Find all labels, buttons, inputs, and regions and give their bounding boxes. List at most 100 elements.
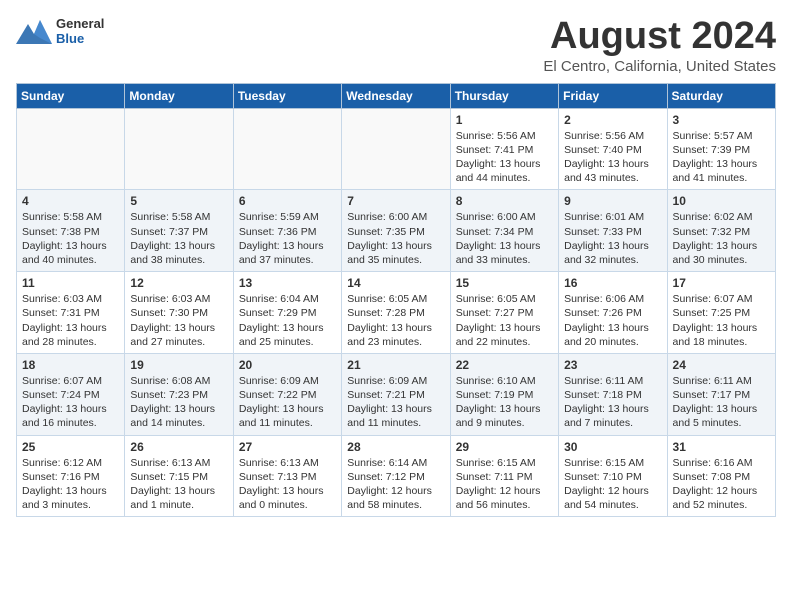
calendar-cell: 5 Sunrise: 5:58 AM Sunset: 7:37 PM Daylig… bbox=[125, 190, 233, 272]
weekday-header-monday: Monday bbox=[125, 83, 233, 108]
weekday-header-thursday: Thursday bbox=[450, 83, 558, 108]
calendar-cell: 24 Sunrise: 6:11 AM Sunset: 7:17 PM Dayli… bbox=[667, 353, 775, 435]
day-number: 28 bbox=[347, 440, 444, 454]
weekday-header-tuesday: Tuesday bbox=[233, 83, 341, 108]
calendar-cell: 28 Sunrise: 6:14 AM Sunset: 7:12 PM Dayli… bbox=[342, 435, 450, 517]
calendar-week-3: 11Sunrise: 6:03 AM Sunset: 7:31 PM Dayli… bbox=[17, 272, 776, 354]
day-info: Sunrise: 6:02 AM Sunset: 7:32 PM Dayligh… bbox=[673, 210, 770, 267]
day-number: 13 bbox=[239, 276, 336, 290]
day-info: Sunrise: 6:13 AM Sunset: 7:13 PM Dayligh… bbox=[239, 456, 336, 513]
calendar-cell: 12 Sunrise: 6:03 AM Sunset: 7:30 PM Dayli… bbox=[125, 272, 233, 354]
day-info: Sunrise: 6:07 AM Sunset: 7:24 PM Dayligh… bbox=[22, 374, 119, 431]
calendar-cell: 4 Sunrise: 5:58 AM Sunset: 7:38 PM Daylig… bbox=[17, 190, 125, 272]
calendar-cell: 18 Sunrise: 6:07 AM Sunset: 7:24 PM Dayli… bbox=[17, 353, 125, 435]
calendar-cell: 26Sunrise: 6:13 AM Sunset: 7:15 PM Dayli… bbox=[125, 435, 233, 517]
day-number: 5 bbox=[130, 194, 227, 208]
day-info: Sunrise: 5:58 AM Sunset: 7:37 PM Dayligh… bbox=[130, 210, 227, 267]
day-info: Sunrise: 6:05 AM Sunset: 7:28 PM Dayligh… bbox=[347, 292, 444, 349]
day-info: Sunrise: 6:12 AM Sunset: 7:16 PM Dayligh… bbox=[22, 456, 119, 513]
day-info: Sunrise: 5:59 AM Sunset: 7:36 PM Dayligh… bbox=[239, 210, 336, 267]
day-info: Sunrise: 6:08 AM Sunset: 7:23 PM Dayligh… bbox=[130, 374, 227, 431]
day-info: Sunrise: 6:03 AM Sunset: 7:31 PM Dayligh… bbox=[22, 292, 119, 349]
calendar-cell: 22Sunrise: 6:10 AM Sunset: 7:19 PM Dayli… bbox=[450, 353, 558, 435]
weekday-header-row: SundayMondayTuesdayWednesdayThursdayFrid… bbox=[17, 83, 776, 108]
weekday-header-sunday: Sunday bbox=[17, 83, 125, 108]
page-title: August 2024 bbox=[543, 16, 776, 58]
day-info: Sunrise: 6:03 AM Sunset: 7:30 PM Dayligh… bbox=[130, 292, 227, 349]
day-number: 19 bbox=[130, 358, 227, 372]
calendar-week-1: 1 Sunrise: 5:56 AM Sunset: 7:41 PM Daylig… bbox=[17, 108, 776, 190]
calendar-cell: 23Sunrise: 6:11 AM Sunset: 7:18 PM Dayli… bbox=[559, 353, 667, 435]
day-number: 1 bbox=[456, 113, 553, 127]
day-info: Sunrise: 5:56 AM Sunset: 7:41 PM Dayligh… bbox=[456, 129, 553, 186]
calendar-cell: 2Sunrise: 5:56 AM Sunset: 7:40 PM Daylig… bbox=[559, 108, 667, 190]
calendar-cell: 9Sunrise: 6:01 AM Sunset: 7:33 PM Daylig… bbox=[559, 190, 667, 272]
day-number: 31 bbox=[673, 440, 770, 454]
logo-text: General Blue bbox=[56, 17, 104, 47]
day-info: Sunrise: 6:01 AM Sunset: 7:33 PM Dayligh… bbox=[564, 210, 661, 267]
weekday-header-friday: Friday bbox=[559, 83, 667, 108]
calendar-cell: 1 Sunrise: 5:56 AM Sunset: 7:41 PM Daylig… bbox=[450, 108, 558, 190]
day-info: Sunrise: 6:16 AM Sunset: 7:08 PM Dayligh… bbox=[673, 456, 770, 513]
calendar-cell bbox=[233, 108, 341, 190]
day-number: 30 bbox=[564, 440, 661, 454]
calendar-cell: 17Sunrise: 6:07 AM Sunset: 7:25 PM Dayli… bbox=[667, 272, 775, 354]
day-number: 22 bbox=[456, 358, 553, 372]
day-info: Sunrise: 6:11 AM Sunset: 7:17 PM Dayligh… bbox=[673, 374, 770, 431]
day-info: Sunrise: 6:00 AM Sunset: 7:34 PM Dayligh… bbox=[456, 210, 553, 267]
calendar-cell: 21 Sunrise: 6:09 AM Sunset: 7:21 PM Dayli… bbox=[342, 353, 450, 435]
day-number: 24 bbox=[673, 358, 770, 372]
calendar-cell: 7Sunrise: 6:00 AM Sunset: 7:35 PM Daylig… bbox=[342, 190, 450, 272]
day-info: Sunrise: 6:15 AM Sunset: 7:11 PM Dayligh… bbox=[456, 456, 553, 513]
calendar-cell: 16 Sunrise: 6:06 AM Sunset: 7:26 PM Dayli… bbox=[559, 272, 667, 354]
day-number: 18 bbox=[22, 358, 119, 372]
calendar-cell: 29 Sunrise: 6:15 AM Sunset: 7:11 PM Dayli… bbox=[450, 435, 558, 517]
day-number: 8 bbox=[456, 194, 553, 208]
calendar-cell: 20Sunrise: 6:09 AM Sunset: 7:22 PM Dayli… bbox=[233, 353, 341, 435]
calendar-cell: 13Sunrise: 6:04 AM Sunset: 7:29 PM Dayli… bbox=[233, 272, 341, 354]
page-subtitle: El Centro, California, United States bbox=[543, 58, 776, 75]
day-number: 12 bbox=[130, 276, 227, 290]
day-info: Sunrise: 6:05 AM Sunset: 7:27 PM Dayligh… bbox=[456, 292, 553, 349]
day-info: Sunrise: 6:09 AM Sunset: 7:22 PM Dayligh… bbox=[239, 374, 336, 431]
day-number: 23 bbox=[564, 358, 661, 372]
calendar-cell: 6 Sunrise: 5:59 AM Sunset: 7:36 PM Daylig… bbox=[233, 190, 341, 272]
calendar-cell: 8 Sunrise: 6:00 AM Sunset: 7:34 PM Daylig… bbox=[450, 190, 558, 272]
day-info: Sunrise: 6:00 AM Sunset: 7:35 PM Dayligh… bbox=[347, 210, 444, 267]
calendar-cell bbox=[17, 108, 125, 190]
calendar-cell: 14 Sunrise: 6:05 AM Sunset: 7:28 PM Dayli… bbox=[342, 272, 450, 354]
day-info: Sunrise: 5:58 AM Sunset: 7:38 PM Dayligh… bbox=[22, 210, 119, 267]
day-number: 16 bbox=[564, 276, 661, 290]
logo-bird-icon bbox=[16, 16, 52, 48]
day-number: 21 bbox=[347, 358, 444, 372]
day-number: 6 bbox=[239, 194, 336, 208]
day-number: 4 bbox=[22, 194, 119, 208]
page-header: General Blue August 2024 El Centro, Cali… bbox=[16, 16, 776, 75]
day-number: 29 bbox=[456, 440, 553, 454]
calendar-cell: 11Sunrise: 6:03 AM Sunset: 7:31 PM Dayli… bbox=[17, 272, 125, 354]
calendar-cell: 15 Sunrise: 6:05 AM Sunset: 7:27 PM Dayli… bbox=[450, 272, 558, 354]
calendar-week-5: 25Sunrise: 6:12 AM Sunset: 7:16 PM Dayli… bbox=[17, 435, 776, 517]
day-info: Sunrise: 6:09 AM Sunset: 7:21 PM Dayligh… bbox=[347, 374, 444, 431]
calendar-week-4: 18 Sunrise: 6:07 AM Sunset: 7:24 PM Dayli… bbox=[17, 353, 776, 435]
day-number: 27 bbox=[239, 440, 336, 454]
day-info: Sunrise: 6:06 AM Sunset: 7:26 PM Dayligh… bbox=[564, 292, 661, 349]
calendar-cell: 3Sunrise: 5:57 AM Sunset: 7:39 PM Daylig… bbox=[667, 108, 775, 190]
calendar-cell bbox=[125, 108, 233, 190]
calendar-week-2: 4 Sunrise: 5:58 AM Sunset: 7:38 PM Daylig… bbox=[17, 190, 776, 272]
day-info: Sunrise: 6:14 AM Sunset: 7:12 PM Dayligh… bbox=[347, 456, 444, 513]
calendar-cell: 25Sunrise: 6:12 AM Sunset: 7:16 PM Dayli… bbox=[17, 435, 125, 517]
calendar-cell: 31 Sunrise: 6:16 AM Sunset: 7:08 PM Dayli… bbox=[667, 435, 775, 517]
calendar-cell: 10 Sunrise: 6:02 AM Sunset: 7:32 PM Dayli… bbox=[667, 190, 775, 272]
day-number: 14 bbox=[347, 276, 444, 290]
day-info: Sunrise: 5:57 AM Sunset: 7:39 PM Dayligh… bbox=[673, 129, 770, 186]
weekday-header-saturday: Saturday bbox=[667, 83, 775, 108]
day-number: 26 bbox=[130, 440, 227, 454]
title-block: August 2024 El Centro, California, Unite… bbox=[543, 16, 776, 75]
calendar-cell: 30Sunrise: 6:15 AM Sunset: 7:10 PM Dayli… bbox=[559, 435, 667, 517]
day-number: 15 bbox=[456, 276, 553, 290]
calendar-cell bbox=[342, 108, 450, 190]
day-number: 17 bbox=[673, 276, 770, 290]
day-number: 10 bbox=[673, 194, 770, 208]
calendar-cell: 19 Sunrise: 6:08 AM Sunset: 7:23 PM Dayli… bbox=[125, 353, 233, 435]
